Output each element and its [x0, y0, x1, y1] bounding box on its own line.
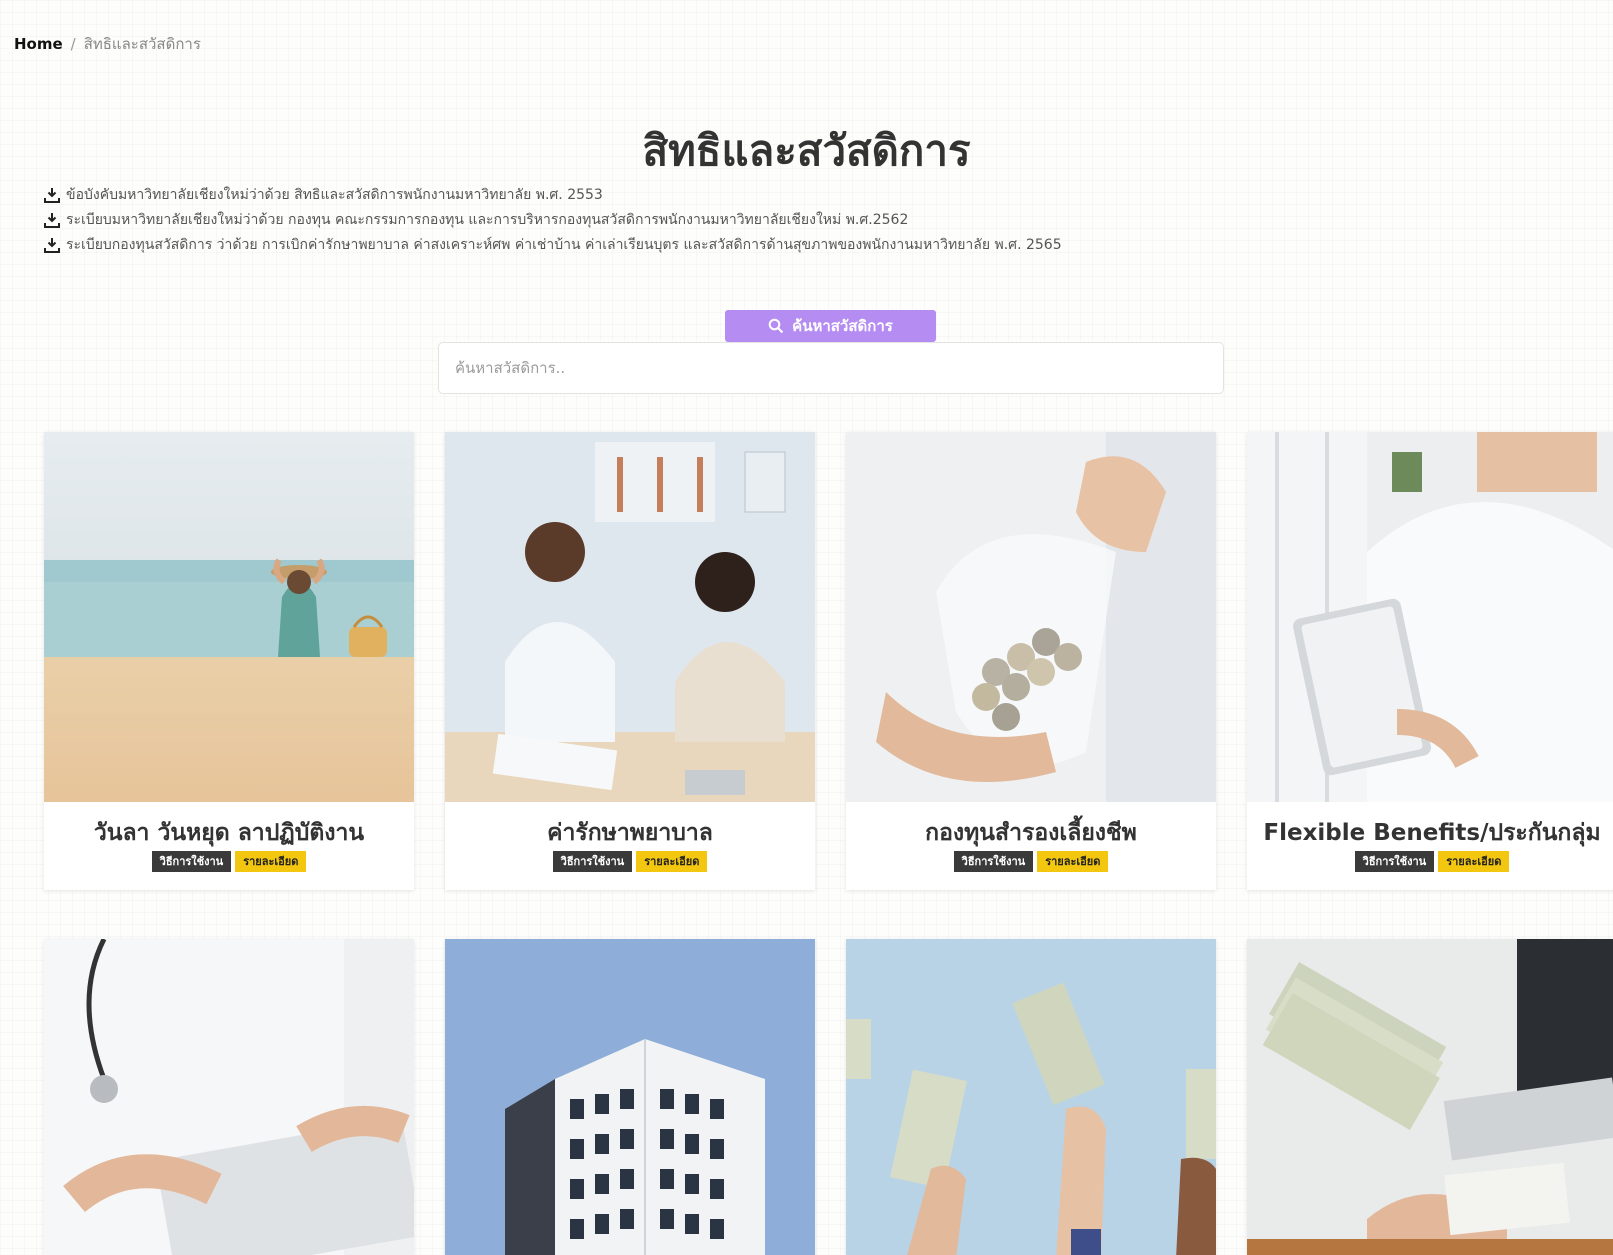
document-link-2[interactable]: ระเบียบมหาวิทยาลัยเชียงใหม่ว่าด้วย กองทุ… — [44, 207, 1062, 232]
card-row2-3[interactable] — [846, 939, 1216, 1255]
doctor-patient-photo — [445, 432, 815, 802]
details-badge[interactable]: รายละเอียด — [636, 851, 708, 872]
download-icon — [44, 237, 60, 253]
search-button-label: ค้นหาสวัสดิการ — [792, 317, 893, 335]
card-badges: วิธีการใช้งาน รายละเอียด — [1257, 851, 1607, 872]
card-title: Flexible Benefits/ประกันกลุ่ม — [1263, 820, 1601, 846]
breadcrumb-separator: / — [70, 35, 76, 53]
details-badge[interactable]: รายละเอียด — [1037, 851, 1109, 872]
card-badges: วิธีการใช้งาน รายละเอียด — [856, 851, 1206, 872]
card-row2-4[interactable] — [1247, 939, 1613, 1255]
document-links: ข้อบังคับมหาวิทยาลัยเชียงใหม่ว่าด้วย สิท… — [44, 182, 1062, 257]
money-hands-photo — [846, 939, 1216, 1255]
card-title: ค่ารักษาพยาบาล — [547, 820, 713, 846]
search-button[interactable]: ค้นหาสวัสดิการ — [725, 310, 936, 342]
download-icon — [44, 187, 60, 203]
card-body: กองทุนสำรองเลี้ยงชีพ วิธีการใช้งาน รายละ… — [846, 802, 1216, 890]
document-link-3[interactable]: ระเบียบกองทุนสวัสดิการ ว่าด้วย การเบิกค่… — [44, 232, 1062, 257]
card-body: Flexible Benefits/ประกันกลุ่ม วิธีการใช้… — [1247, 802, 1613, 890]
card-leave[interactable]: วันลา วันหยุด ลาปฏิบัติงาน วิธีการใช้งาน… — [44, 432, 414, 890]
card-badges: วิธีการใช้งาน รายละเอียด — [455, 851, 805, 872]
card-flexible-benefits[interactable]: Flexible Benefits/ประกันกลุ่ม วิธีการใช้… — [1247, 432, 1613, 890]
page-title: สิทธิและสวัสดิการ — [642, 126, 971, 175]
card-medical[interactable]: ค่ารักษาพยาบาล วิธีการใช้งาน รายละเอียด — [445, 432, 815, 890]
page: Home / สิทธิและสวัสดิการ สิทธิและสวัสดิก… — [0, 0, 1613, 1255]
details-badge[interactable]: รายละเอียด — [235, 851, 307, 872]
document-link-text: ระเบียบกองทุนสวัสดิการ ว่าด้วย การเบิกค่… — [66, 236, 1062, 253]
document-link-text: ข้อบังคับมหาวิทยาลัยเชียงใหม่ว่าด้วย สิท… — [66, 186, 603, 203]
coin-jar-photo — [846, 432, 1216, 802]
card-provident-fund[interactable]: กองทุนสำรองเลี้ยงชีพ วิธีการใช้งาน รายละ… — [846, 432, 1216, 890]
card-title: วันลา วันหยุด ลาปฏิบัติงาน — [93, 820, 365, 846]
card-row2-2[interactable] — [445, 939, 815, 1255]
usage-badge[interactable]: วิธีการใช้งาน — [953, 851, 1034, 872]
usage-badge[interactable]: วิธีการใช้งาน — [552, 851, 633, 872]
building-photo — [445, 939, 815, 1255]
cash-counting-photo — [1247, 939, 1613, 1255]
document-link-text: ระเบียบมหาวิทยาลัยเชียงใหม่ว่าด้วย กองทุ… — [66, 211, 909, 228]
card-title: กองทุนสำรองเลี้ยงชีพ — [925, 820, 1137, 846]
doctor-tablet-photo — [1247, 432, 1613, 802]
doctor-writing-photo — [44, 939, 414, 1255]
card-badges: วิธีการใช้งาน รายละเอียด — [54, 851, 404, 872]
breadcrumb-home-link[interactable]: Home — [14, 35, 63, 53]
breadcrumb: Home / สิทธิและสวัสดิการ — [14, 32, 201, 56]
usage-badge[interactable]: วิธีการใช้งาน — [1354, 851, 1435, 872]
card-row2-1[interactable] — [44, 939, 414, 1255]
card-body: วันลา วันหยุด ลาปฏิบัติงาน วิธีการใช้งาน… — [44, 802, 414, 890]
search-input[interactable] — [438, 342, 1224, 394]
beach-photo — [44, 432, 414, 802]
card-body: ค่ารักษาพยาบาล วิธีการใช้งาน รายละเอียด — [445, 802, 815, 890]
search-icon — [768, 318, 784, 334]
details-badge[interactable]: รายละเอียด — [1438, 851, 1510, 872]
download-icon — [44, 212, 60, 228]
document-link-1[interactable]: ข้อบังคับมหาวิทยาลัยเชียงใหม่ว่าด้วย สิท… — [44, 182, 1062, 207]
usage-badge[interactable]: วิธีการใช้งาน — [151, 851, 232, 872]
breadcrumb-current: สิทธิและสวัสดิการ — [83, 35, 201, 53]
